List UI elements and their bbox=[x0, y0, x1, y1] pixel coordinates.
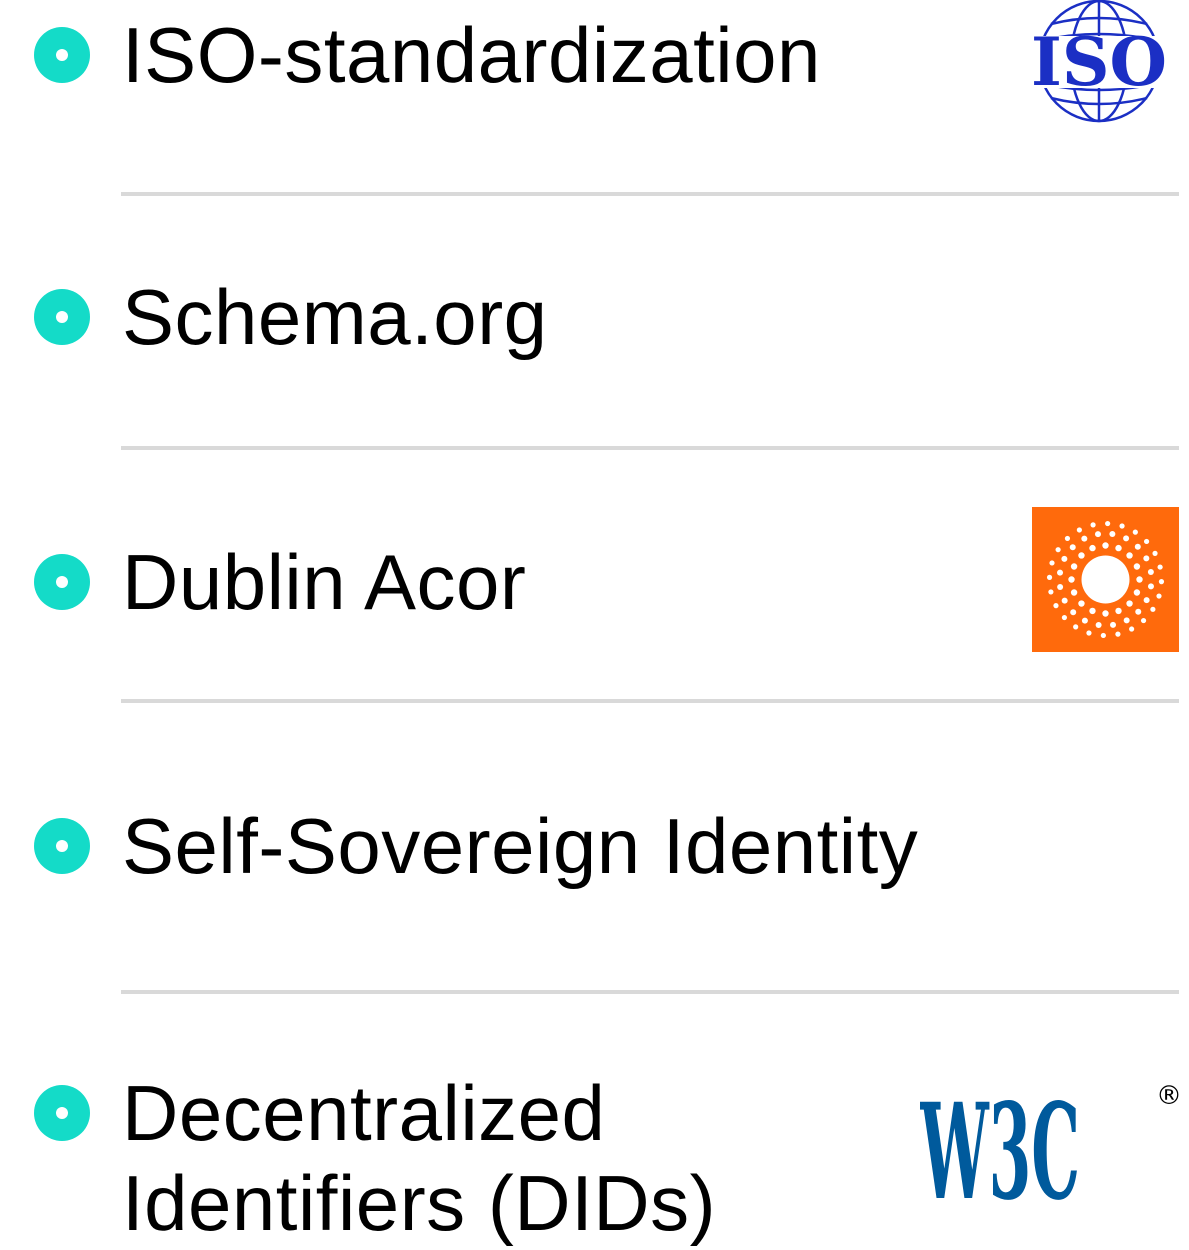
item-label-line-1: Decentralized bbox=[122, 1069, 606, 1157]
iso-logo: ISO bbox=[1016, 0, 1182, 133]
w3c-logo-text: W3C bbox=[920, 1075, 1080, 1206]
divider bbox=[121, 192, 1179, 196]
divider bbox=[121, 699, 1179, 703]
item-label: ISO-standardization bbox=[122, 11, 821, 99]
iso-logo-text: ISO bbox=[1031, 23, 1167, 101]
w3c-logo: W3C ® bbox=[919, 1070, 1182, 1230]
item-label-line-2: Identifiers (DIDs) bbox=[122, 1159, 717, 1247]
divider bbox=[121, 446, 1179, 450]
divider bbox=[121, 990, 1179, 994]
item-label: Dublin Acor bbox=[122, 538, 527, 626]
item-label: Self-Sovereign Identity bbox=[122, 802, 919, 890]
bullet-icon bbox=[34, 554, 90, 610]
item-label: Schema.org bbox=[122, 273, 548, 361]
registered-mark: ® bbox=[1156, 1081, 1182, 1111]
bullet-icon bbox=[34, 818, 90, 874]
dublin-core-logo bbox=[1032, 507, 1179, 657]
bullet-icon bbox=[34, 289, 90, 345]
bullet-icon bbox=[34, 27, 90, 83]
bullet-icon bbox=[34, 1085, 90, 1141]
